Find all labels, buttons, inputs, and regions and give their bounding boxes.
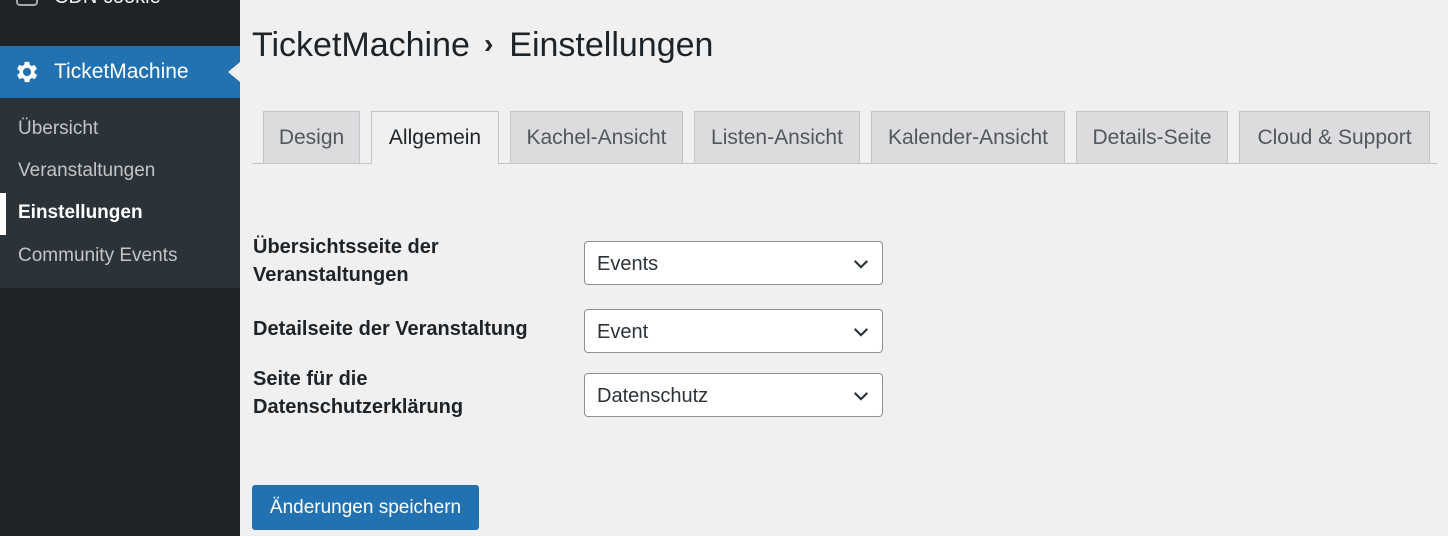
tab-kachel-ansicht[interactable]: Kachel-Ansicht — [510, 111, 683, 163]
chevron-down-icon — [853, 328, 869, 337]
tab-listen-ansicht[interactable]: Listen-Ansicht — [694, 111, 860, 163]
privacy-page-label: Seite für die Datenschutzerklärung — [253, 368, 464, 418]
submenu-item-community-events[interactable]: Community Events — [18, 245, 177, 267]
overview-page-select[interactable]: Events — [584, 241, 883, 285]
admin-sidebar: CDN cookie TicketMachine Übersicht Veran… — [0, 0, 240, 536]
breadcrumb-current: Einstellungen — [509, 26, 714, 64]
detail-page-label: Detailseite der Veranstaltung — [253, 318, 528, 340]
gear-icon — [16, 61, 38, 83]
select-value: Datenschutz — [597, 385, 709, 407]
select-value: Event — [597, 321, 649, 343]
tab-design[interactable]: Design — [263, 111, 360, 163]
breadcrumb-root[interactable]: TicketMachine — [252, 26, 470, 64]
sidebar-submenu: Übersicht Veranstaltungen Einstellungen … — [0, 98, 240, 288]
tab-allgemein[interactable]: Allgemein — [371, 111, 499, 164]
submenu-item-uebersicht[interactable]: Übersicht — [18, 118, 98, 140]
sidebar-item-ticketmachine[interactable]: TicketMachine — [0, 46, 240, 98]
sidebar-item-cdn-cookie[interactable]: CDN cookie — [0, 0, 240, 24]
save-button[interactable]: Änderungen speichern — [252, 485, 479, 530]
tab-cloud-support[interactable]: Cloud & Support — [1239, 111, 1430, 163]
tab-details-seite[interactable]: Details-Seite — [1076, 111, 1228, 163]
sidebar-item-label: CDN cookie — [54, 0, 161, 9]
detail-page-select[interactable]: Event — [584, 309, 883, 353]
page-title: TicketMachine › Einstellungen — [252, 26, 713, 65]
current-item-indicator — [0, 193, 6, 235]
sidebar-item-label: TicketMachine — [54, 60, 189, 83]
chevron-down-icon — [853, 260, 869, 269]
chevron-right-icon: › — [483, 28, 494, 59]
plugin-icon — [16, 0, 38, 6]
submenu-item-veranstaltungen[interactable]: Veranstaltungen — [18, 160, 155, 182]
submenu-item-einstellungen[interactable]: Einstellungen — [18, 202, 143, 224]
chevron-down-icon — [853, 392, 869, 401]
tab-kalender-ansicht[interactable]: Kalender-Ansicht — [871, 111, 1065, 163]
privacy-page-select[interactable]: Datenschutz — [584, 373, 883, 417]
overview-page-label: Übersichtsseite der Veranstaltungen — [253, 236, 439, 286]
select-value: Events — [597, 253, 659, 275]
